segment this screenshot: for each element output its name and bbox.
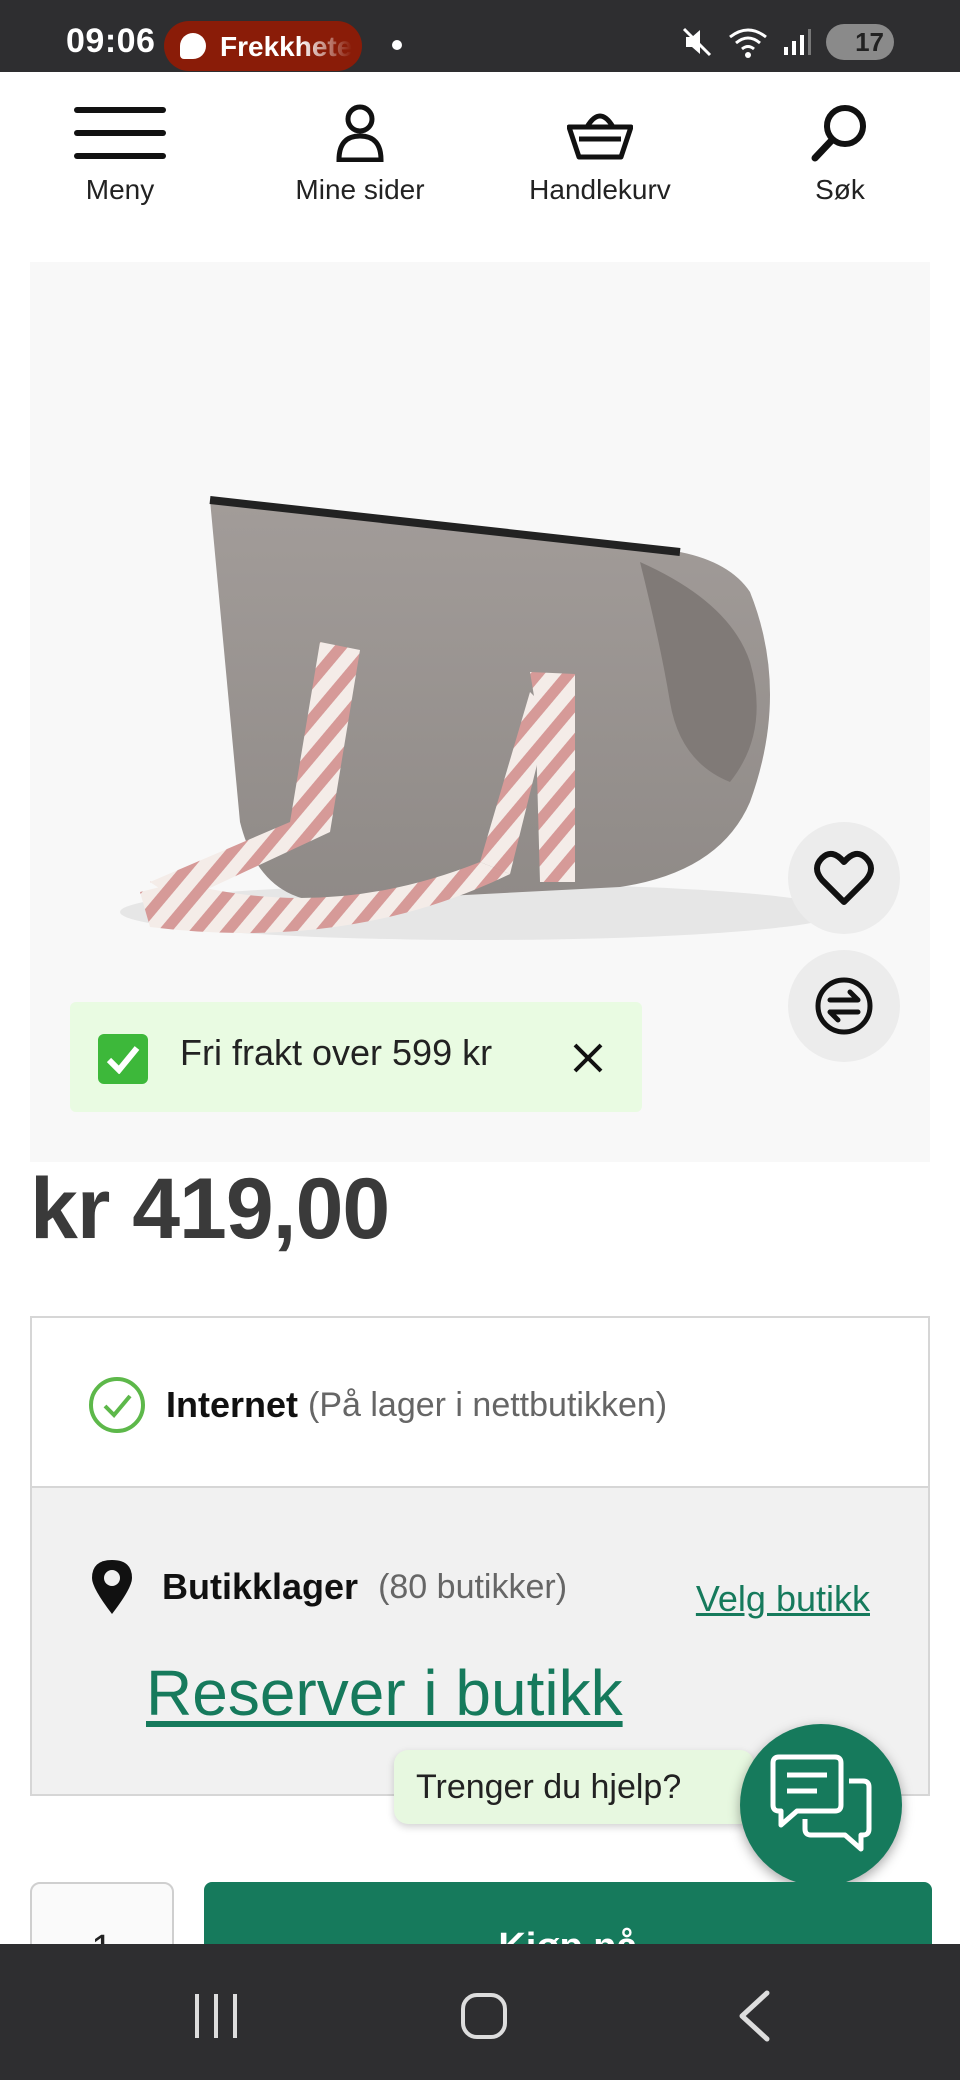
nav-account-button[interactable]: Mine sider xyxy=(250,102,470,206)
status-indicators: 17 xyxy=(680,24,894,60)
store-stock-line: Butikklager (80 butikker) xyxy=(88,1558,567,1616)
chat-bubble-icon xyxy=(180,33,206,59)
help-prompt-text: Trenger du hjelp? xyxy=(416,1767,682,1806)
store-stock-label: Butikklager xyxy=(162,1566,359,1607)
heart-icon xyxy=(814,850,874,905)
product-price: kr 419,00 xyxy=(30,1161,390,1257)
nav-menu-label: Meny xyxy=(85,174,155,205)
nav-menu-button[interactable]: Meny xyxy=(10,102,230,206)
close-icon xyxy=(573,1043,603,1073)
nav-cart-label: Handlekurv xyxy=(529,174,671,205)
favorite-button[interactable] xyxy=(788,822,900,934)
compare-arrows-icon xyxy=(815,977,873,1035)
notification-pill[interactable]: Frekkheter xyxy=(164,21,362,71)
signal-icon xyxy=(784,29,811,55)
store-count: (80 butikker) xyxy=(378,1567,568,1606)
nav-cart-button[interactable]: Handlekurv xyxy=(490,102,710,206)
home-button[interactable] xyxy=(444,1984,524,2048)
battery-level: 17 xyxy=(855,26,884,57)
online-stock-label: Internet xyxy=(166,1384,299,1425)
chat-icon xyxy=(770,1754,872,1852)
close-banner-button[interactable] xyxy=(564,1034,612,1082)
free-shipping-text: Fri frakt over 599 kr xyxy=(180,1032,493,1073)
home-icon xyxy=(461,1993,507,2039)
reserve-in-store-link[interactable]: Reserver i butikk xyxy=(146,1656,623,1730)
choose-store-link[interactable]: Velg butikk xyxy=(696,1578,870,1620)
notification-text: Frekkheter xyxy=(220,31,352,62)
back-arrow-icon xyxy=(739,1990,770,2042)
search-icon xyxy=(792,102,888,164)
recent-apps-icon xyxy=(195,1994,237,2038)
user-icon xyxy=(312,102,408,164)
back-button[interactable] xyxy=(714,1984,794,2048)
free-shipping-banner: Fri frakt over 599 kr xyxy=(70,1002,642,1112)
online-stock-line: Internet (På lager i nettbutikken) xyxy=(88,1376,667,1434)
chat-button[interactable] xyxy=(740,1724,902,1886)
check-mark-icon xyxy=(98,1034,148,1084)
wifi-icon xyxy=(729,28,767,58)
basket-icon xyxy=(552,102,648,164)
product-image-gallery[interactable]: Fri frakt over 599 kr xyxy=(30,262,930,1162)
location-pin-icon xyxy=(92,1560,132,1614)
top-navigation: Meny Mine sider Handlekurv Søk xyxy=(0,72,960,232)
help-prompt-bubble[interactable]: Trenger du hjelp? xyxy=(394,1750,754,1824)
mute-icon xyxy=(682,27,712,57)
status-bar: 09:06 Frekkheter 17 xyxy=(0,0,960,72)
system-navigation-bar xyxy=(0,1944,960,2080)
status-time: 09:06 xyxy=(66,22,156,60)
battery-icon: 17 xyxy=(826,24,894,60)
recent-apps-button[interactable] xyxy=(176,1984,256,2048)
nav-search-label: Søk xyxy=(815,174,865,205)
check-circle-icon xyxy=(89,1377,145,1433)
online-stock-row: Internet (På lager i nettbutikken) xyxy=(32,1318,928,1488)
stock-availability: Internet (På lager i nettbutikken) Butik… xyxy=(30,1316,930,1796)
compare-button[interactable] xyxy=(788,950,900,1062)
nav-account-label: Mine sider xyxy=(295,174,425,205)
online-stock-status: (På lager i nettbutikken) xyxy=(308,1385,668,1424)
notification-dot-icon xyxy=(392,40,402,50)
nav-search-button[interactable]: Søk xyxy=(730,102,950,206)
hamburger-icon xyxy=(72,102,168,164)
